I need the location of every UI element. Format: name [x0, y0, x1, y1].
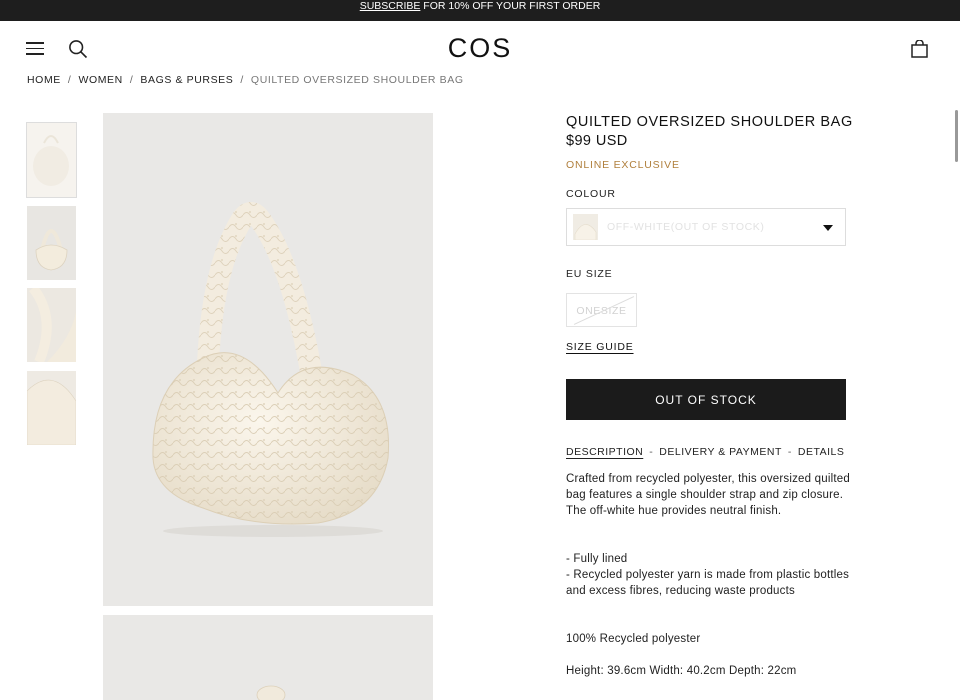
product-thumbnail-2[interactable] [27, 206, 76, 280]
product-thumbnail-3[interactable] [27, 288, 76, 362]
tab-delivery-payment[interactable]: DELIVERY & PAYMENT [659, 446, 782, 458]
tab-separator: - [787, 446, 792, 458]
search-icon[interactable] [68, 39, 88, 59]
tab-description[interactable]: DESCRIPTION [566, 446, 643, 458]
tab-separator: - [649, 446, 654, 458]
hamburger-menu-icon[interactable] [26, 42, 44, 55]
product-thumbnail-4[interactable] [27, 371, 76, 445]
size-guide-link[interactable]: SIZE GUIDE [566, 341, 634, 353]
subscribe-link[interactable]: SUBSCRIBE [360, 0, 421, 12]
product-title: QUILTED OVERSIZED SHOULDER BAG [566, 114, 853, 130]
breadcrumb: HOME / WOMEN / BAGS & PURSES / QUILTED OVERSIZ… [27, 74, 464, 86]
tab-details[interactable]: DETAILS [798, 446, 844, 458]
product-main-image[interactable] [103, 113, 433, 606]
description-dimensions: Height: 39.6cm Width: 40.2cm Depth: 22cm [566, 665, 797, 677]
description-bullet-lined: - Fully lined [566, 553, 628, 565]
breadcrumb-separator: / [240, 74, 244, 86]
product-secondary-image[interactable] [103, 615, 433, 700]
product-price: $99 USD [566, 133, 628, 149]
promo-banner: SUBSCRIBE FOR 10% OFF YOUR FIRST ORDER [0, 0, 960, 21]
colour-label: COLOUR [566, 188, 616, 200]
breadcrumb-home[interactable]: HOME [27, 74, 61, 86]
out-of-stock-button[interactable]: OUT OF STOCK [566, 379, 846, 420]
size-label: EU SIZE [566, 268, 613, 280]
breadcrumb-bags-purses[interactable]: BAGS & PURSES [140, 74, 233, 86]
colour-value: OFF-WHITE(OUT OF STOCK) [607, 221, 765, 233]
online-exclusive-badge: ONLINE EXCLUSIVE [566, 159, 680, 171]
page-scrollbar[interactable] [955, 110, 958, 162]
shopping-bag-icon[interactable] [911, 40, 928, 58]
colour-dropdown[interactable]: OFF-WHITE(OUT OF STOCK) [566, 208, 846, 246]
promo-text: FOR 10% OFF YOUR FIRST ORDER [420, 0, 601, 12]
breadcrumb-current: QUILTED OVERSIZED SHOULDER BAG [250, 74, 464, 86]
info-tabs: DESCRIPTION - DELIVERY & PAYMENT - DETAILS [566, 446, 844, 458]
breadcrumb-separator: / [129, 74, 134, 86]
breadcrumb-separator: / [67, 74, 72, 86]
description-bullet-recycled: - Recycled polyester yarn is made from p… [566, 569, 850, 597]
description-composition: 100% Recycled polyester [566, 633, 701, 645]
size-option-onesize[interactable]: ONESIZE [566, 293, 637, 327]
chevron-down-icon [823, 225, 833, 231]
breadcrumb-women[interactable]: WOMEN [78, 74, 122, 86]
brand-logo[interactable]: COS [430, 33, 530, 64]
colour-swatch [573, 214, 598, 240]
description-intro: Crafted from recycled polyester, this ov… [566, 473, 850, 517]
product-thumbnail-1[interactable] [26, 122, 77, 198]
